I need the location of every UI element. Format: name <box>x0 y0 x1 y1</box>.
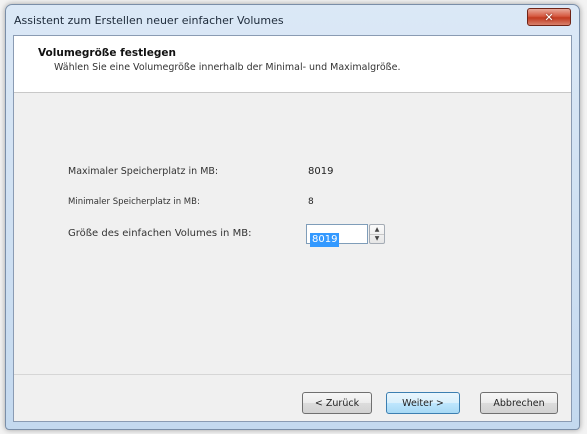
min-size-value: 8 <box>308 197 314 207</box>
back-button[interactable]: < Zurück <box>302 392 372 414</box>
max-size-label: Maximaler Speicherplatz in MB: <box>68 166 219 177</box>
cancel-button[interactable]: Abbrechen <box>480 392 558 414</box>
wizard-header: Volumegröße festlegen Wählen Sie eine Vo… <box>14 36 571 93</box>
spin-buttons[interactable]: ▲ ▼ <box>369 224 385 244</box>
max-size-value: 8019 <box>308 166 334 177</box>
wizard-window: Assistent zum Erstellen neuer einfacher … <box>5 4 580 430</box>
window-title: Assistent zum Erstellen neuer einfacher … <box>14 14 284 27</box>
volume-size-input[interactable]: 8019 <box>306 224 368 247</box>
spin-down-icon[interactable]: ▼ <box>370 234 384 243</box>
page-subtitle: Wählen Sie eine Volumegröße innerhalb de… <box>54 62 401 73</box>
volume-size-stepper[interactable]: 8019 ▲ ▼ <box>306 224 386 247</box>
page-title: Volumegröße festlegen <box>38 47 176 59</box>
footer-divider <box>14 374 571 375</box>
volume-size-label: Größe des einfachen Volumes in MB: <box>68 228 252 239</box>
close-icon: ✕ <box>544 10 554 24</box>
min-size-label: Minimaler Speicherplatz in MB: <box>68 197 200 207</box>
next-button[interactable]: Weiter > <box>386 392 460 414</box>
volume-size-value: 8019 <box>310 233 340 247</box>
wizard-content: Volumegröße festlegen Wählen Sie eine Vo… <box>13 35 572 422</box>
close-button[interactable]: ✕ <box>527 8 571 26</box>
title-bar[interactable]: Assistent zum Erstellen neuer einfacher … <box>6 5 579 35</box>
